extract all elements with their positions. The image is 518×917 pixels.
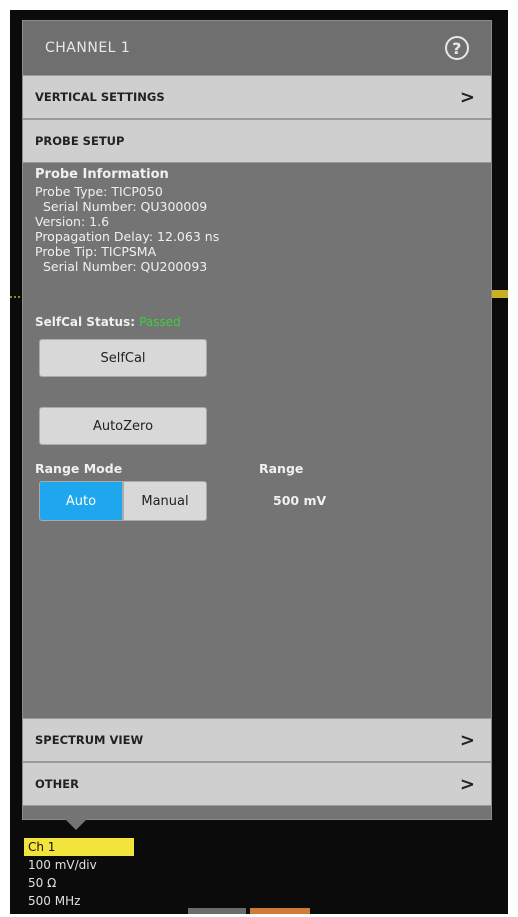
probe-setup-content: Probe Information Probe Type: TICP050 Se… (23, 163, 491, 718)
bottom-tab[interactable] (188, 908, 246, 914)
section-label: SPECTRUM VIEW (35, 733, 144, 747)
channel-termination: 50 Ω (28, 876, 57, 890)
channel-bandwidth: 500 MHz (28, 894, 81, 908)
selfcal-status: SelfCal Status: Passed (35, 315, 181, 329)
probe-tip-serial: Serial Number: QU200093 (43, 259, 208, 274)
panel-header: CHANNEL 1 ? (23, 21, 491, 75)
channel-name: Ch 1 (24, 838, 134, 856)
probe-info: Probe Information Probe Type: TICP050 Se… (35, 167, 219, 274)
autozero-button[interactable]: AutoZero (39, 407, 207, 445)
range-label: Range (259, 461, 304, 476)
probe-version: Version: 1.6 (35, 214, 110, 229)
channel-config-panel: CHANNEL 1 ? VERTICAL SETTINGS > PROBE SE… (22, 20, 492, 820)
bottom-tab-active[interactable] (250, 908, 310, 914)
scope-display: CHANNEL 1 ? VERTICAL SETTINGS > PROBE SE… (10, 10, 508, 914)
range-mode-label: Range Mode (35, 461, 123, 476)
help-icon[interactable]: ? (445, 36, 469, 60)
section-label: VERTICAL SETTINGS (35, 90, 165, 104)
probe-info-title: Probe Information (35, 167, 169, 182)
range-mode-manual[interactable]: Manual (123, 481, 207, 521)
section-probe-setup[interactable]: PROBE SETUP (23, 119, 491, 163)
probe-tip: Probe Tip: TICPSMA (35, 244, 157, 259)
section-spectrum-view[interactable]: SPECTRUM VIEW > (23, 718, 491, 762)
panel-title: CHANNEL 1 (45, 40, 131, 56)
chevron-right-icon: > (459, 729, 475, 751)
selfcal-button[interactable]: SelfCal (39, 339, 207, 377)
range-mode-auto[interactable]: Auto (39, 481, 123, 521)
range-value: 500 mV (273, 493, 327, 508)
selfcal-status-label: SelfCal Status: (35, 315, 136, 329)
probe-serial: Serial Number: QU300009 (43, 199, 208, 214)
probe-type: Probe Type: TICP050 (35, 184, 163, 199)
chevron-right-icon: > (459, 773, 475, 795)
section-other[interactable]: OTHER > (23, 762, 491, 806)
section-vertical-settings[interactable]: VERTICAL SETTINGS > (23, 75, 491, 119)
selfcal-status-value: Passed (139, 315, 181, 329)
propagation-delay: Propagation Delay: 12.063 ns (35, 229, 220, 244)
panel-pointer (62, 816, 90, 830)
chevron-right-icon: > (459, 86, 475, 108)
range-mode-toggle: Auto Manual (39, 481, 207, 521)
channel-scale: 100 mV/div (28, 858, 97, 872)
section-label: OTHER (35, 777, 79, 791)
channel-badge[interactable]: Ch 1 100 mV/div 50 Ω 500 MHz (24, 838, 134, 910)
section-label: PROBE SETUP (35, 134, 125, 148)
